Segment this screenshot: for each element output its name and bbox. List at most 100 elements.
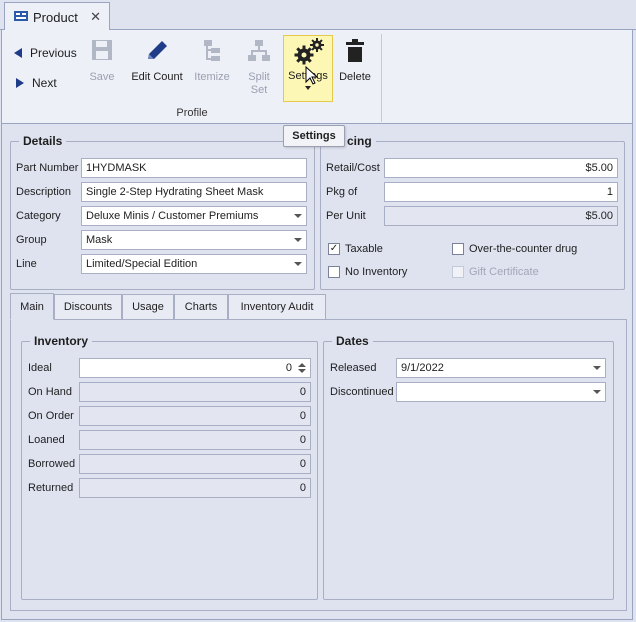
line-value: Limited/Special Edition: [86, 258, 198, 270]
split-set-label-2: Set: [250, 84, 268, 96]
save-label: Save: [89, 71, 115, 83]
group-label: Group: [16, 234, 47, 246]
arrow-right-icon: [16, 78, 24, 88]
returned-label: Returned: [28, 482, 74, 494]
released-label: Released: [330, 362, 377, 374]
loaned-value: 0: [299, 434, 306, 446]
gift-certificate-label: Gift Certificate: [469, 266, 539, 278]
gears-icon: [294, 38, 324, 65]
inventory-legend: Inventory: [30, 334, 93, 348]
borrowed-value: 0: [299, 458, 306, 470]
description-input[interactable]: Single 2-Step Hydrating Sheet Mask: [81, 182, 307, 202]
tab-main[interactable]: Main: [10, 293, 54, 320]
category-label: Category: [16, 210, 61, 222]
no-inventory-checkbox[interactable]: No Inventory: [328, 266, 407, 278]
product-icon: [13, 9, 29, 26]
spin-down-icon[interactable]: [298, 369, 306, 373]
retail-cost-input[interactable]: $5.00: [384, 158, 618, 178]
checkbox-icon: [328, 266, 340, 278]
ideal-label: Ideal: [28, 362, 52, 374]
tab-inventory-audit[interactable]: Inventory Audit: [228, 294, 326, 319]
otc-drug-checkbox[interactable]: Over-the-counter drug: [452, 243, 577, 255]
checkbox-icon: [452, 266, 464, 278]
chevron-down-icon[interactable]: [593, 366, 601, 370]
retail-cost-label: Retail/Cost: [326, 162, 380, 174]
ideal-stepper[interactable]: 0: [79, 358, 311, 378]
on-hand-label: On Hand: [28, 386, 73, 398]
edit-count-button[interactable]: Edit Count: [128, 38, 186, 84]
pkg-of-input[interactable]: 1: [384, 182, 618, 202]
part-number-label: Part Number: [16, 162, 79, 174]
pencil-icon: [148, 41, 167, 59]
previous-label: Previous: [30, 46, 77, 60]
line-select[interactable]: Limited/Special Edition: [81, 254, 307, 274]
group-select[interactable]: Mask: [81, 230, 307, 250]
next-label: Next: [32, 76, 57, 90]
released-value: 9/1/2022: [401, 362, 444, 374]
line-label: Line: [16, 258, 37, 270]
itemize-button[interactable]: Itemize: [190, 38, 234, 84]
per-unit-value: $5.00: [585, 210, 613, 222]
on-hand-field: 0: [79, 382, 311, 402]
edit-count-label: Edit Count: [131, 71, 183, 83]
gift-certificate-checkbox[interactable]: Gift Certificate: [452, 266, 539, 278]
delete-button[interactable]: Delete: [336, 38, 374, 84]
spin-buttons[interactable]: [298, 363, 306, 373]
ideal-value: 0: [285, 362, 292, 374]
category-select[interactable]: Deluxe Minis / Customer Premiums: [81, 206, 307, 226]
split-set-button[interactable]: Split Set: [240, 38, 278, 97]
loaned-field: 0: [79, 430, 311, 450]
chevron-down-icon: [294, 238, 302, 242]
group-value: Mask: [86, 234, 113, 246]
previous-button[interactable]: Previous: [14, 46, 77, 60]
chevron-down-icon[interactable]: [593, 390, 601, 394]
released-date-picker[interactable]: 9/1/2022: [396, 358, 606, 378]
tab-discounts-label: Discounts: [63, 301, 113, 313]
next-button[interactable]: Next: [16, 76, 57, 90]
chevron-down-icon: [294, 262, 302, 266]
spin-up-icon[interactable]: [298, 363, 306, 367]
tab-main-label: Main: [20, 300, 44, 313]
tab-charts[interactable]: Charts: [174, 294, 228, 319]
part-number-input[interactable]: 1HYDMASK: [81, 158, 307, 178]
borrowed-field: 0: [79, 454, 311, 474]
checkbox-icon: [452, 243, 464, 255]
description-value: Single 2-Step Hydrating Sheet Mask: [86, 186, 264, 198]
part-number-value: 1HYDMASK: [86, 162, 147, 174]
on-order-label: On Order: [28, 410, 74, 422]
details-legend: Details: [19, 134, 67, 148]
borrowed-label: Borrowed: [28, 458, 76, 470]
on-order-field: 0: [79, 406, 311, 426]
pricing-legend: cing: [343, 134, 376, 148]
no-inventory-label: No Inventory: [345, 266, 408, 278]
itemize-label: Itemize: [194, 71, 230, 83]
arrow-left-icon: [14, 48, 22, 58]
close-icon[interactable]: ✕: [90, 9, 101, 25]
dates-legend: Dates: [332, 334, 373, 348]
taxable-checkbox[interactable]: ✓ Taxable: [328, 243, 383, 255]
document-tab-product[interactable]: Product ✕: [4, 2, 110, 31]
trash-icon: [346, 39, 364, 62]
discontinued-date-picker[interactable]: [396, 382, 606, 402]
checkbox-checked-icon: ✓: [328, 243, 340, 255]
save-icon: [92, 40, 112, 60]
category-value: Deluxe Minis / Customer Premiums: [86, 210, 259, 222]
chevron-down-icon: [294, 214, 302, 218]
split-set-label-1: Split: [248, 71, 270, 83]
save-button[interactable]: Save: [84, 38, 120, 84]
returned-field: 0: [79, 478, 311, 498]
tab-charts-label: Charts: [184, 301, 218, 313]
mouse-cursor-icon: [305, 66, 319, 85]
discontinued-label: Discontinued: [330, 386, 394, 398]
tab-inventory-audit-label: Inventory Audit: [240, 301, 314, 313]
tab-usage-label: Usage: [132, 301, 164, 313]
tab-usage[interactable]: Usage: [122, 294, 174, 319]
per-unit-label: Per Unit: [326, 210, 366, 222]
dates-group: Dates: [323, 334, 614, 600]
tab-discounts[interactable]: Discounts: [54, 294, 122, 319]
pkg-of-label: Pkg of: [326, 186, 358, 198]
otc-drug-label: Over-the-counter drug: [469, 243, 578, 255]
split-set-icon: [248, 40, 270, 61]
on-order-value: 0: [299, 410, 306, 422]
per-unit-field: $5.00: [384, 206, 618, 226]
